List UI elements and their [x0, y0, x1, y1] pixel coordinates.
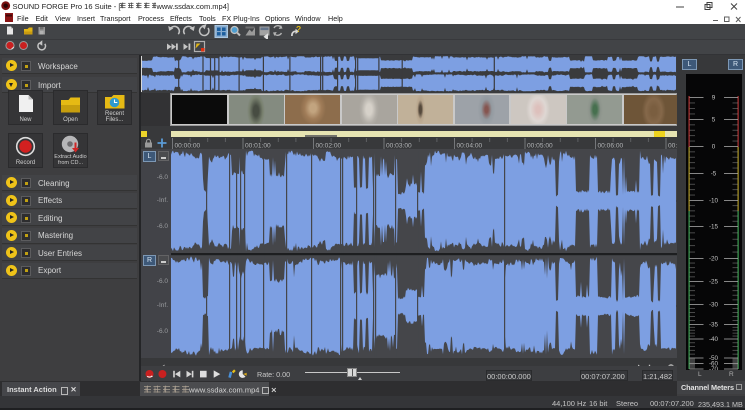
svg-text:-40: -40 — [709, 336, 719, 343]
svg-text:9: 9 — [712, 94, 716, 101]
svg-text:?: ? — [296, 24, 301, 34]
svg-text:-15: -15 — [709, 223, 719, 230]
svg-text:-10: -10 — [709, 197, 719, 204]
svg-text:-70: -70 — [709, 366, 719, 370]
svg-text:-20: -20 — [709, 255, 719, 262]
svg-text:-25: -25 — [709, 278, 719, 285]
svg-text:0: 0 — [712, 143, 716, 150]
svg-text:-35: -35 — [709, 321, 719, 328]
svg-text:5: 5 — [712, 116, 716, 123]
svg-text:-5: -5 — [711, 170, 717, 177]
svg-text:-30: -30 — [709, 301, 719, 308]
